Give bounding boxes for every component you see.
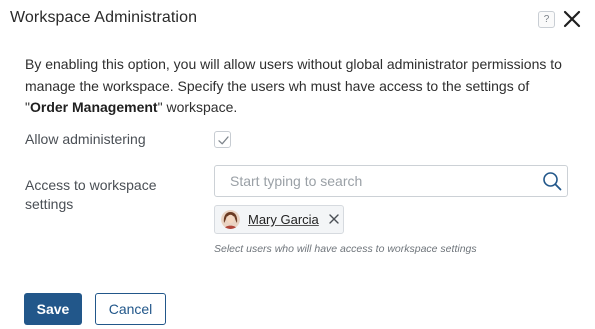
workspace-administration-dialog: Workspace Administration ? By enabling t…: [0, 0, 595, 329]
checkmark-icon: [218, 136, 229, 145]
close-icon: [563, 10, 581, 28]
cancel-button[interactable]: Cancel: [95, 293, 166, 325]
close-button[interactable]: [561, 8, 583, 30]
selected-user-name[interactable]: Mary Garcia: [248, 212, 319, 227]
workspace-name: Order Management: [29, 99, 158, 115]
save-button[interactable]: Save: [24, 293, 82, 325]
remove-icon: [329, 214, 339, 224]
user-avatar-icon: [221, 210, 240, 229]
user-search-input[interactable]: [216, 167, 534, 195]
allow-administering-label: Allow administering: [25, 131, 146, 147]
dialog-header: Workspace Administration ?: [10, 8, 585, 32]
description-line2: workspace.: [162, 99, 238, 115]
selected-user-chip: Mary Garcia: [214, 205, 344, 234]
search-button[interactable]: [542, 171, 562, 191]
user-search-field: [214, 165, 568, 197]
description-line1: By enabling this option, you will allow …: [25, 56, 562, 94]
access-settings-label: Access to workspace settings: [25, 177, 157, 212]
dialog-title: Workspace Administration: [10, 9, 198, 26]
avatar: [221, 210, 240, 229]
remove-user-button[interactable]: [327, 212, 341, 226]
access-hint-text: Select users who will have access to wor…: [214, 243, 477, 255]
help-button[interactable]: ?: [538, 11, 555, 28]
allow-administering-checkbox[interactable]: [214, 131, 231, 148]
description-text: By enabling this option, you will allow …: [25, 56, 562, 115]
search-icon: [543, 172, 562, 191]
